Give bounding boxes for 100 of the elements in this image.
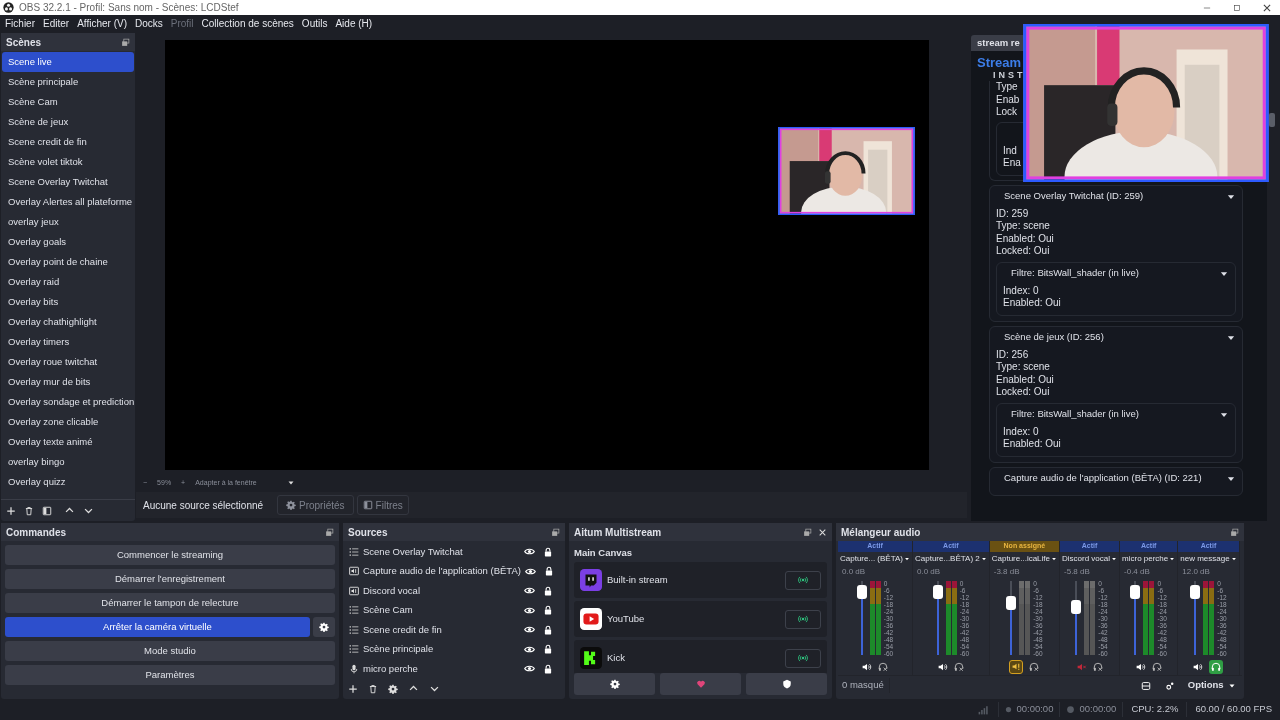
- scene-item[interactable]: Overlay chathighlight: [2, 312, 134, 332]
- layout-icon[interactable]: [1140, 680, 1151, 691]
- scene-item[interactable]: overlay jeux: [2, 212, 134, 232]
- menu-item[interactable]: Editer: [39, 16, 74, 31]
- lock-icon[interactable]: [543, 644, 553, 655]
- scene-item[interactable]: Overlay mur de bits: [2, 372, 134, 392]
- control-button[interactable]: Arrêter la caméra virtuelle: [5, 617, 310, 637]
- menu-item[interactable]: Collection de scènes: [197, 16, 298, 31]
- dock-tab[interactable]: stream re: [971, 35, 1026, 51]
- float-icon[interactable]: [551, 527, 560, 537]
- speaker-icon[interactable]: [1193, 661, 1204, 672]
- fader-track[interactable]: [1130, 581, 1141, 655]
- go-live-button[interactable]: [785, 570, 821, 590]
- card-header[interactable]: Scène de jeux (ID: 256): [996, 326, 1236, 349]
- scene-item[interactable]: Overlay zone clicable: [2, 412, 134, 432]
- headphones-off-icon[interactable]: [1151, 661, 1162, 672]
- menu-item[interactable]: Aide (H): [331, 16, 377, 31]
- source-item[interactable]: Discord vocal: [343, 581, 565, 601]
- scene-item[interactable]: Overlay sondage et prediction: [2, 392, 134, 412]
- channel-dropdown[interactable]: new message: [1178, 552, 1239, 566]
- lock-icon[interactable]: [543, 546, 553, 557]
- headphones-off-icon[interactable]: [953, 661, 964, 672]
- control-button[interactable]: Démarrer l'enregistrement: [5, 569, 335, 589]
- scrollbar-thumb[interactable]: [1269, 113, 1275, 127]
- close-icon[interactable]: [1262, 2, 1272, 13]
- source-item[interactable]: Scene Overlay Twitchat: [343, 542, 565, 562]
- maximize-icon[interactable]: [1232, 2, 1242, 13]
- scene-item[interactable]: Scène Cam: [2, 92, 134, 112]
- headphones-off-icon[interactable]: [878, 661, 888, 672]
- scene-item[interactable]: Scene live: [2, 52, 134, 72]
- speaker-icon[interactable]: [1135, 661, 1146, 672]
- scene-item[interactable]: Overlay timers: [2, 332, 134, 352]
- channel-dropdown[interactable]: micro perche: [1120, 552, 1178, 566]
- fader-handle[interactable]: [856, 584, 867, 599]
- filter-icon[interactable]: [42, 505, 52, 516]
- control-button[interactable]: Démarrer le tampon de relecture: [5, 593, 335, 613]
- menu-item[interactable]: Fichier: [1, 16, 39, 31]
- fader-handle[interactable]: [1071, 599, 1082, 614]
- scene-item[interactable]: Overlay roue twitchat: [2, 352, 134, 372]
- source-item[interactable]: micro perche: [343, 659, 565, 679]
- fader-track[interactable]: [856, 581, 867, 655]
- control-button[interactable]: Mode studio: [5, 641, 335, 661]
- advanced-settings-icon[interactable]: [1164, 680, 1175, 691]
- scene-item[interactable]: Overlay quizz: [2, 472, 134, 492]
- card-header[interactable]: Capture audio de l'application (BÊTA) (ID: 221): [996, 467, 1236, 490]
- fader-handle[interactable]: [1190, 584, 1201, 599]
- headphones-off-icon[interactable]: [1029, 661, 1040, 672]
- filters-button[interactable]: Filtres: [356, 495, 409, 515]
- card-header[interactable]: Filtre: BitsWall_shader (in live): [1003, 262, 1229, 285]
- source-item[interactable]: Capture audio de l'application (BÊTA): [343, 561, 565, 581]
- channel-dropdown[interactable]: Capture...icaLife: [989, 552, 1059, 566]
- mute-button[interactable]: [1009, 659, 1024, 674]
- scene-item[interactable]: Scene credit de fin: [2, 132, 134, 152]
- toolbar-button[interactable]: [746, 673, 827, 695]
- go-live-button[interactable]: [785, 609, 821, 629]
- scene-item[interactable]: Overlay raid: [2, 272, 134, 292]
- options-button[interactable]: Options: [1181, 676, 1242, 695]
- monitor-button[interactable]: [1209, 659, 1224, 674]
- headphones-off-icon[interactable]: [1092, 661, 1103, 672]
- properties-button[interactable]: Propriétés: [277, 495, 354, 515]
- scene-item[interactable]: Scène volet tiktok: [2, 152, 134, 172]
- float-icon[interactable]: [803, 527, 812, 537]
- channel-dropdown[interactable]: Discord vocal: [1060, 552, 1120, 566]
- toolbar-button[interactable]: [574, 673, 655, 695]
- gear-icon[interactable]: [388, 683, 398, 694]
- scene-item[interactable]: Overlay point de chaine: [2, 252, 134, 272]
- add-icon[interactable]: [6, 505, 16, 516]
- delete-icon[interactable]: [368, 683, 378, 694]
- source-item[interactable]: Scène Cam: [343, 600, 565, 620]
- settings-button[interactable]: [313, 617, 335, 637]
- scene-item[interactable]: Overlay Alertes all plateforme: [2, 192, 134, 212]
- fader-handle[interactable]: [932, 584, 943, 599]
- lock-icon[interactable]: [543, 605, 553, 616]
- lock-icon[interactable]: [543, 663, 553, 674]
- card-header[interactable]: Filtre: BitsWall_shader (in live): [1003, 403, 1229, 426]
- speaker-icon[interactable]: [937, 661, 948, 672]
- speaker-icon[interactable]: [862, 661, 872, 672]
- scene-item[interactable]: Overlay texte animé: [2, 432, 134, 452]
- fader-track[interactable]: [932, 581, 943, 655]
- card-header[interactable]: Scene Overlay Twitchat (ID: 259): [996, 185, 1236, 208]
- float-icon[interactable]: [121, 37, 130, 47]
- lock-icon[interactable]: [543, 624, 553, 635]
- channel-dropdown[interactable]: Capture...BÊTA) 2: [913, 552, 989, 566]
- control-button[interactable]: Paramètres: [5, 665, 335, 685]
- scene-item[interactable]: Scène de jeux: [2, 112, 134, 132]
- fader-track[interactable]: [1071, 581, 1082, 655]
- delete-icon[interactable]: [24, 505, 34, 516]
- fader-track[interactable]: [1190, 581, 1201, 655]
- fader-handle[interactable]: [1006, 595, 1017, 610]
- lock-icon[interactable]: [543, 585, 553, 596]
- fader-handle[interactable]: [1130, 585, 1141, 600]
- channel-dropdown[interactable]: Capture... (BÊTA): [838, 552, 912, 566]
- scene-item[interactable]: Scene Overlay Twitchat: [2, 172, 134, 192]
- source-item[interactable]: Scène principale: [343, 639, 565, 659]
- float-icon[interactable]: [325, 527, 334, 537]
- fader-track[interactable]: [1006, 581, 1017, 655]
- menu-item[interactable]: Afficher (V): [73, 16, 131, 31]
- menu-item[interactable]: Outils: [297, 16, 332, 31]
- scene-item[interactable]: Overlay goals: [2, 232, 134, 252]
- source-item[interactable]: Scene credit de fin: [343, 620, 565, 640]
